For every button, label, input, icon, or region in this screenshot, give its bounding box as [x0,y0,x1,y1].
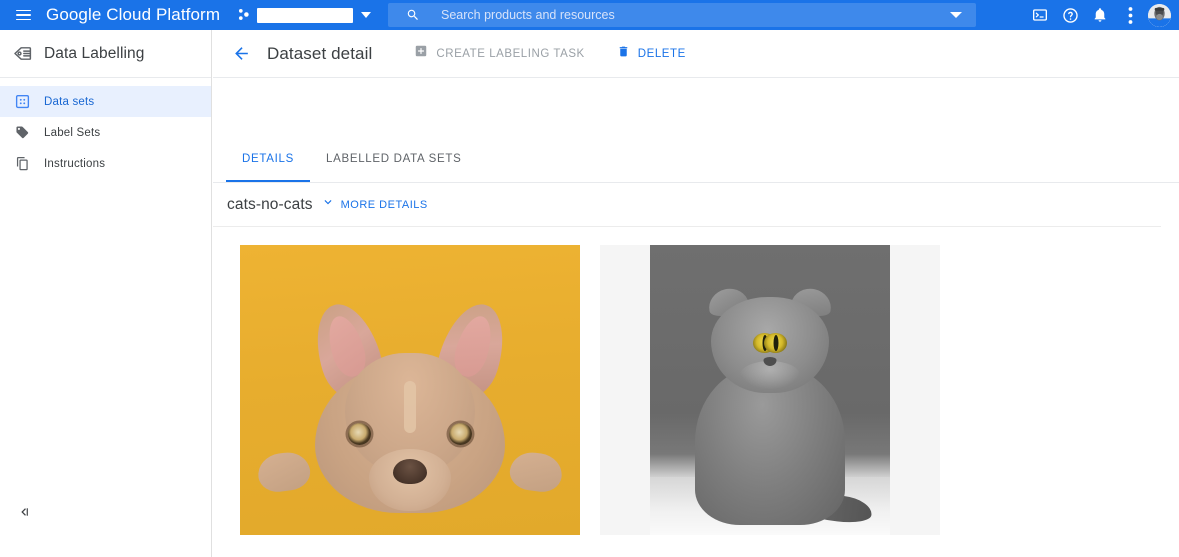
more-details-toggle[interactable]: MORE DETAILS [321,195,428,214]
back-arrow-icon[interactable] [221,34,261,74]
avatar[interactable] [1148,3,1171,27]
sidebar-item-label-sets[interactable]: Label Sets [0,117,211,148]
dataset-image-cat[interactable] [600,245,940,535]
cloud-shell-icon[interactable] [1025,0,1055,30]
sidebar-nav: Data sets Label Sets Instructions [0,78,211,179]
hamburger-menu-icon[interactable] [8,0,38,30]
project-selector[interactable] [238,7,372,23]
tab-label: LABELLED DATA SETS [325,152,462,165]
add-box-icon [414,44,428,63]
delete-icon [617,45,630,63]
delete-label: DELETE [637,47,686,60]
chevron-down-icon[interactable] [950,12,962,18]
create-labeling-task-label: CREATE LABELING TASK [436,47,585,60]
more-vert-icon[interactable] [1115,0,1145,30]
data-labelling-icon [0,43,44,64]
page-title: Dataset detail [267,43,373,63]
tab-details[interactable]: DETAILS [226,135,310,182]
more-details-label: MORE DETAILS [340,198,428,211]
content-header: Dataset detail CREATE LABELING TASK DELE… [213,30,1179,78]
help-icon[interactable] [1055,0,1085,30]
sidebar-title: Data Labelling [44,44,145,62]
tab-label: DETAILS [242,152,294,165]
sidebar-item-data-sets[interactable]: Data sets [0,86,211,117]
sidebar-item-instructions[interactable]: Instructions [0,148,211,179]
instructions-icon [0,156,44,171]
top-app-bar: Google Cloud Platform Search products an… [0,0,1179,30]
search-input[interactable]: Search products and resources [441,8,615,22]
search-icon [406,8,420,22]
sidebar-item-label: Label Sets [44,126,101,139]
cat-photo [600,245,940,535]
project-name-field[interactable] [257,7,354,23]
cloud-project-icon [239,9,249,20]
dataset-summary-row: cats-no-cats MORE DETAILS [213,183,1161,227]
sidebar-product-header: Data Labelling [0,30,211,78]
dataset-image-dog[interactable] [240,245,580,535]
dog-photo [240,245,580,535]
sidebar-item-label: Instructions [44,157,106,170]
header-actions: CREATE LABELING TASK DELETE [414,44,717,63]
collapse-panel-icon[interactable] [14,502,34,522]
search-bar[interactable]: Search products and resources [388,3,976,27]
tab-labelled-data-sets[interactable]: LABELLED DATA SETS [310,135,478,182]
create-labeling-task-button[interactable]: CREATE LABELING TASK [414,44,584,63]
notifications-bell-icon[interactable] [1085,0,1115,30]
chevron-down-icon [321,195,335,214]
tab-bar: DETAILS LABELLED DATA SETS [213,135,1179,183]
dataset-image-grid [213,227,1179,535]
brand-title: Google Cloud Platform [46,5,221,24]
topbar-actions [1025,0,1173,30]
data-sets-icon [0,94,44,109]
dataset-name: cats-no-cats [227,195,313,213]
content-area: Dataset detail CREATE LABELING TASK DELE… [213,30,1179,557]
sidebar: Data Labelling Data sets Label Sets Inst… [0,30,212,557]
label-sets-icon [0,125,44,140]
delete-button[interactable]: DELETE [617,45,686,63]
sidebar-item-label: Data sets [44,95,95,108]
caret-down-icon [361,12,372,18]
